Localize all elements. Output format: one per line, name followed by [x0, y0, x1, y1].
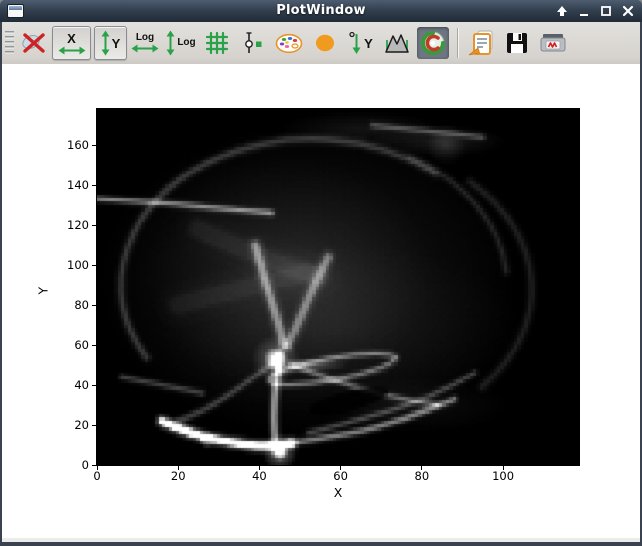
x-axis-label: X	[97, 485, 579, 500]
x-tick-label: 20	[171, 469, 186, 483]
y-tick-mark	[92, 425, 96, 426]
colormap-swirl-icon	[420, 30, 446, 56]
x-axis-zoom-toggle[interactable]: X	[52, 26, 91, 60]
mountain-profile-icon	[384, 32, 410, 54]
floppy-save-icon	[505, 31, 529, 55]
y-tick-label: 160	[47, 138, 89, 152]
shade-up-icon	[556, 5, 568, 17]
x-tick-label: 40	[252, 469, 267, 483]
y-tick-mark	[92, 185, 96, 186]
grid-button[interactable]	[199, 25, 235, 61]
degree-down-arrow-icon	[349, 31, 362, 55]
y-axis-zoom-toggle[interactable]: Y	[94, 26, 127, 60]
close-button[interactable]	[620, 3, 636, 19]
minimize-button[interactable]	[576, 3, 592, 19]
y-tick-label: 140	[47, 178, 89, 192]
x-tick-label: 0	[93, 469, 100, 483]
minimize-icon	[578, 5, 590, 17]
y-tick-label: 80	[47, 298, 89, 312]
log-x-button[interactable]: Log	[127, 25, 163, 61]
y-axis-label: Y	[36, 275, 51, 295]
y-tick-label: 120	[47, 218, 89, 232]
log-x-label: Log	[136, 33, 154, 43]
horizontal-double-arrow-icon	[131, 44, 159, 53]
y-tick-mark	[92, 465, 96, 466]
vertical-double-arrow-icon	[166, 30, 175, 56]
x-axis-toggle-label: X	[67, 32, 76, 45]
vertical-double-arrow-icon	[101, 30, 110, 56]
invert-y-label: Y	[364, 37, 373, 50]
window-title: PlotWindow	[0, 0, 642, 22]
y-tick-mark	[92, 145, 96, 146]
save-button[interactable]	[499, 25, 535, 61]
log-y-button[interactable]: Log	[163, 25, 199, 61]
colormap-button[interactable]	[417, 27, 449, 59]
palette-icon	[275, 33, 303, 54]
grid-icon	[205, 31, 229, 55]
y-axis-toggle-label: Y	[112, 37, 121, 50]
histogram-button[interactable]	[379, 25, 415, 61]
y-tick-label: 40	[47, 378, 89, 392]
x-tick-label: 100	[492, 469, 514, 483]
maximize-icon	[600, 5, 612, 17]
toolbar: X Y Log	[2, 22, 640, 65]
x-tick-label: 60	[333, 469, 348, 483]
delete-plot-button[interactable]	[18, 25, 50, 61]
copy-button[interactable]	[463, 25, 499, 61]
shade-button[interactable]	[554, 3, 570, 19]
plot-window: PlotWindow	[0, 0, 642, 546]
palette-button[interactable]	[271, 25, 307, 61]
y-tick-label: 60	[47, 338, 89, 352]
maximize-button[interactable]	[598, 3, 614, 19]
statusbar	[2, 538, 640, 542]
plot-area-background: X Y 0 20 40 60 80 100 0 20 40 60 80 100 120 140 160	[2, 64, 640, 538]
y-tick-mark	[92, 265, 96, 266]
y-tick-mark	[92, 225, 96, 226]
x-tick-label: 80	[415, 469, 430, 483]
export-movie-button[interactable]	[535, 25, 571, 61]
horizontal-double-arrow-icon	[58, 46, 86, 55]
toolbar-drag-handle[interactable]	[5, 31, 14, 55]
y-tick-label: 0	[47, 458, 89, 472]
toolbar-separator	[457, 28, 458, 58]
clipboard-copy-icon	[467, 29, 495, 57]
figure: X Y 020406080100020406080100120140160	[96, 108, 580, 466]
orange-circle-icon	[314, 33, 336, 53]
invert-y-button[interactable]: Y	[343, 25, 379, 61]
y-tick-mark	[92, 305, 96, 306]
recorder-print-icon	[539, 31, 567, 55]
close-icon	[622, 5, 634, 17]
titlebar[interactable]: PlotWindow	[0, 0, 642, 22]
y-tick-label: 100	[47, 258, 89, 272]
red-x-icon	[20, 29, 48, 57]
y-tick-label: 20	[47, 418, 89, 432]
y-tick-mark	[92, 385, 96, 386]
particle-button[interactable]	[307, 25, 343, 61]
y-tick-mark	[92, 345, 96, 346]
window-controls	[554, 0, 636, 22]
slider-levels-icon	[242, 31, 264, 55]
plot-canvas[interactable]	[97, 109, 579, 465]
log-y-label: Log	[177, 38, 195, 48]
contour-levels-button[interactable]	[235, 25, 271, 61]
